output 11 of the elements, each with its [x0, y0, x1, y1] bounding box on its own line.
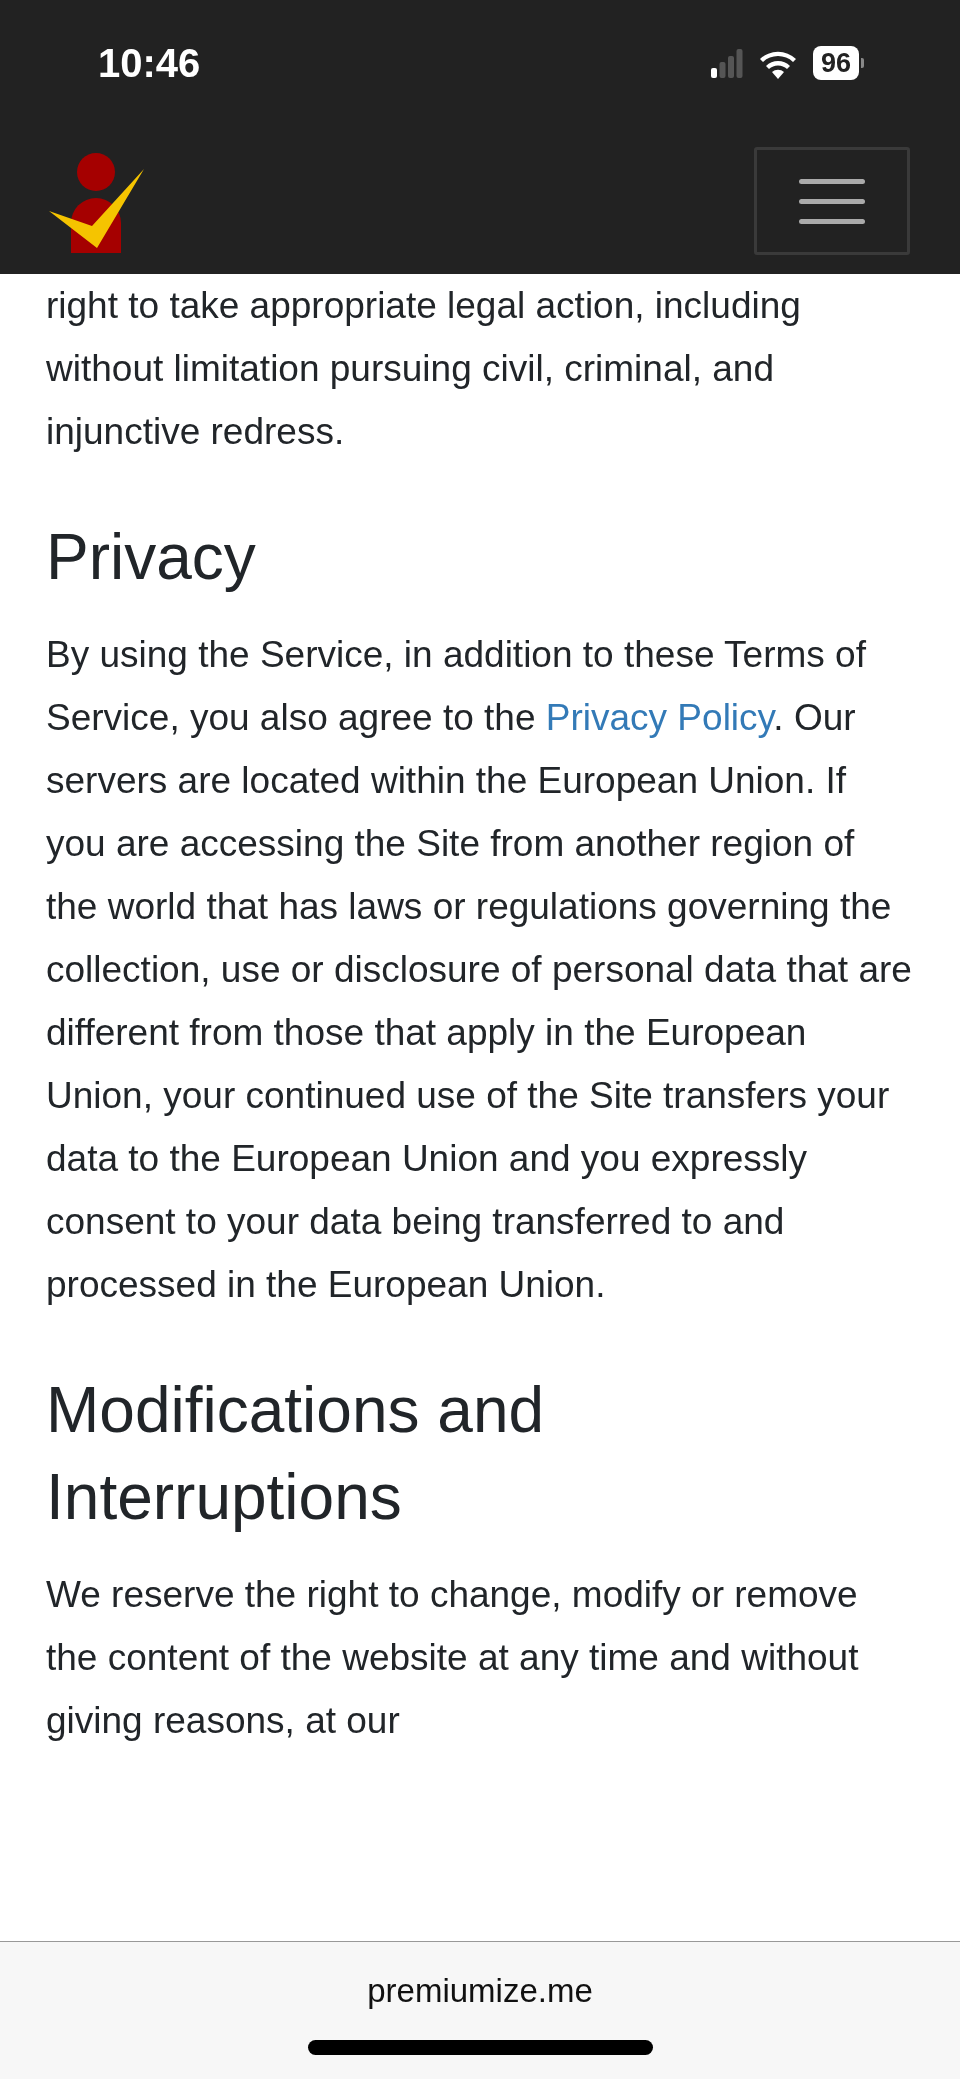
signal-icon	[710, 48, 743, 78]
menu-button[interactable]	[754, 147, 910, 255]
privacy-policy-link[interactable]: Privacy Policy	[545, 697, 774, 738]
paragraph: We reserve the right to change, modify or remove the content of the website at any time and without giving reasons, at our	[46, 1573, 860, 1743]
section-heading: Privacy	[46, 520, 257, 595]
paragraph: right to take appropriate legal action, including without limitation pursuing civil, criminal, and injunctive redress.	[46, 284, 802, 454]
section-heading: Modifications and Interruptions	[46, 1373, 546, 1535]
menu-icon	[799, 178, 865, 224]
site-address[interactable]: premiumize.me	[367, 1972, 593, 2010]
paragraph: By using the Service, in addition to these Terms of Service, you also agree to the Privacy Policy. Our servers are located within the European Union. If you are accessing the Site from another region of the world that has laws or regulations governing the collection, use or disclosure of personal data that are different from those that apply in the European Union, your continued use of the Site transfers your data to the European Union and you expressly consent to your data being transferred to and processed in the European Union.	[46, 633, 913, 1307]
status-time: 10:46	[98, 40, 201, 86]
